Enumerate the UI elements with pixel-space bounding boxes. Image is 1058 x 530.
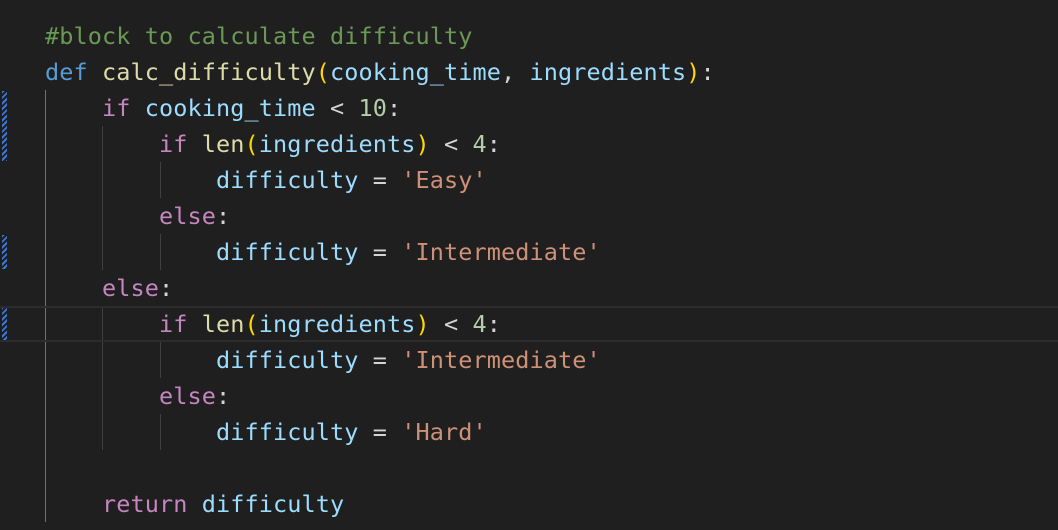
code-token: ingredients	[258, 310, 416, 338]
code-editor[interactable]: #block to calculate difficulty def calc_d…	[0, 0, 1058, 530]
code-line[interactable]: if cooking_time < 10:	[0, 90, 1058, 126]
code-token: #block to calculate difficulty	[45, 22, 473, 50]
code-token: 4	[472, 310, 487, 338]
code-token: 4	[472, 130, 487, 158]
code-line[interactable]: else:	[0, 378, 1058, 414]
code-token: :	[216, 202, 231, 230]
code-token: difficulty	[215, 238, 359, 266]
code-token: 10	[358, 94, 387, 122]
code-token: =	[358, 166, 402, 194]
code-lines[interactable]: #block to calculate difficulty def calc_d…	[0, 0, 1058, 530]
code-line[interactable]: difficulty = 'Intermediate'	[0, 234, 1058, 270]
code-token: len	[201, 310, 245, 338]
code-token: else	[159, 202, 216, 230]
code-token: )	[415, 130, 430, 158]
code-token: else	[102, 274, 159, 302]
code-token: cooking_time	[144, 94, 316, 122]
code-token: return	[102, 490, 188, 518]
code-line[interactable]: return difficulty	[0, 486, 1058, 522]
code-token: <	[429, 130, 473, 158]
code-token: ingredients	[529, 58, 687, 86]
code-token: 'Intermediate'	[401, 238, 601, 266]
code-token: cooking_time	[329, 58, 501, 86]
code-token: :	[159, 274, 174, 302]
code-line[interactable]: #block to calculate difficulty	[0, 18, 1058, 54]
code-line[interactable]: else:	[0, 198, 1058, 234]
code-line[interactable]: if len(ingredients) < 4:	[0, 126, 1058, 162]
code-line[interactable]: if len(ingredients) < 4:	[0, 306, 1058, 342]
code-token: )	[415, 310, 430, 338]
code-token: ,	[500, 58, 530, 86]
code-token: :	[216, 382, 231, 410]
code-token: if	[159, 130, 188, 158]
code-token: <	[315, 94, 359, 122]
code-line[interactable]: def calc_difficulty(cooking_time, ingred…	[0, 54, 1058, 90]
code-token: def	[45, 58, 88, 86]
code-line[interactable]	[0, 450, 1058, 486]
code-line[interactable]: difficulty = 'Easy'	[0, 162, 1058, 198]
code-token: if	[159, 310, 188, 338]
code-token: :	[486, 130, 501, 158]
code-token: ingredients	[258, 130, 416, 158]
code-token: (	[244, 130, 259, 158]
code-line[interactable]: else:	[0, 270, 1058, 306]
code-token: 'Hard'	[401, 418, 487, 446]
code-token: calc_difficulty	[102, 58, 316, 86]
code-token: )	[686, 58, 701, 86]
code-token: else	[159, 382, 216, 410]
code-token: =	[358, 238, 402, 266]
code-token: :	[386, 94, 402, 122]
code-token: :	[486, 310, 501, 338]
code-token: difficulty	[215, 166, 359, 194]
code-token: difficulty	[201, 490, 345, 518]
code-token: :	[700, 58, 715, 86]
code-token: =	[358, 418, 402, 446]
code-token: difficulty	[215, 346, 359, 374]
code-token: =	[358, 346, 402, 374]
code-token: difficulty	[215, 418, 359, 446]
code-line[interactable]: difficulty = 'Intermediate'	[0, 342, 1058, 378]
code-token: <	[429, 310, 473, 338]
code-token: if	[102, 94, 131, 122]
code-token: 'Easy'	[401, 166, 487, 194]
code-token: (	[244, 310, 259, 338]
code-line[interactable]: difficulty = 'Hard'	[0, 414, 1058, 450]
code-token: 'Intermediate'	[401, 346, 601, 374]
code-token: (	[315, 58, 330, 86]
code-token: len	[201, 130, 245, 158]
